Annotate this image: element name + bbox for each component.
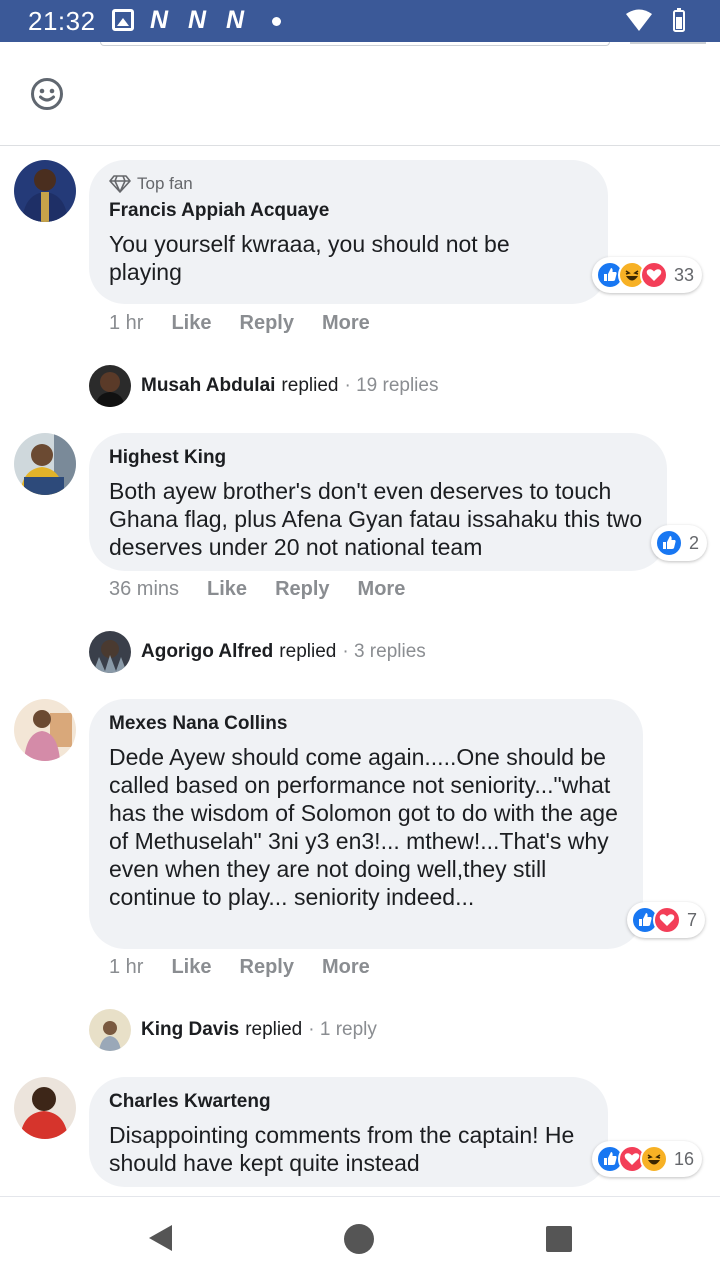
comment-actions: 1 hr Like Reply More: [109, 312, 398, 335]
reply-count: · 19 replies: [344, 375, 439, 396]
comment-time: 1 hr: [109, 312, 144, 334]
diamond-icon: [109, 175, 131, 193]
status-bar: 21:32 N N N: [0, 0, 720, 42]
n-notification-icon: N: [226, 6, 245, 34]
more-button[interactable]: More: [322, 956, 370, 979]
reactions-summary[interactable]: 33: [592, 257, 703, 293]
reply-author[interactable]: Agorigo Alfred: [141, 641, 273, 663]
reaction-count: 2: [689, 532, 700, 553]
comment-bubble[interactable]: Top fan Francis Appiah Acquaye You yours…: [89, 160, 608, 304]
smiley-icon[interactable]: [30, 77, 64, 111]
reaction-count: 33: [674, 264, 695, 285]
dot-icon: [272, 17, 281, 26]
comment-time: 1 hr: [109, 956, 144, 978]
comment-author[interactable]: Charles Kwarteng: [109, 1091, 588, 1113]
reply-avatar: [89, 365, 131, 407]
top-fan-label: Top fan: [137, 174, 193, 193]
n-notification-icon: N: [150, 6, 169, 34]
replied-label: replied: [281, 375, 339, 396]
reply-author[interactable]: Musah Abdulai: [141, 375, 275, 397]
back-triangle-icon[interactable]: [146, 1223, 174, 1258]
status-time: 21:32: [28, 6, 96, 36]
n-notification-icon: N: [188, 6, 207, 34]
comment-composer: [0, 42, 720, 146]
replies-link[interactable]: King Davis replied · 1 reply: [89, 1009, 377, 1051]
reply-button[interactable]: Reply: [275, 578, 329, 601]
reply-button[interactable]: Reply: [240, 312, 294, 335]
comment-time: 36 mins: [109, 578, 180, 600]
reaction-count: 16: [674, 1148, 695, 1169]
recents-square-icon[interactable]: [545, 1225, 573, 1258]
more-button[interactable]: More: [358, 578, 406, 601]
replies-link[interactable]: Agorigo Alfred replied · 3 replies: [89, 631, 426, 673]
reactions-summary[interactable]: 2: [651, 525, 708, 561]
more-button[interactable]: More: [322, 312, 370, 335]
comment-actions: 36 mins Like Reply More: [109, 578, 433, 601]
comment-author[interactable]: Mexes Nana Collins: [109, 713, 623, 735]
reactions-summary[interactable]: 16: [592, 1141, 703, 1177]
replied-label: replied: [245, 1019, 303, 1040]
reply-avatar: [89, 1009, 131, 1051]
comment-text: You yourself kwraaa, you should not be p…: [109, 231, 510, 285]
comment-author[interactable]: Highest King: [109, 447, 647, 469]
comment-bubble[interactable]: Highest King Both ayew brother's don't e…: [89, 433, 667, 571]
status-right: [622, 8, 692, 39]
avatar[interactable]: [14, 1077, 76, 1139]
like-button[interactable]: Like: [171, 312, 211, 335]
comment-actions: 1 hr Like Reply More: [109, 956, 398, 979]
love-reaction-icon: [640, 261, 668, 289]
haha-reaction-icon: [640, 1145, 668, 1173]
avatar[interactable]: [14, 160, 76, 222]
reply-author[interactable]: King Davis: [141, 1019, 239, 1041]
reactions-summary[interactable]: 7: [627, 902, 706, 938]
comment-author[interactable]: Francis Appiah Acquaye: [109, 200, 588, 222]
post-button-edge[interactable]: [630, 42, 706, 44]
avatar[interactable]: [14, 433, 76, 495]
navigation-bar: [0, 1196, 720, 1280]
like-button[interactable]: Like: [171, 956, 211, 979]
love-reaction-icon: [653, 906, 681, 934]
comment-text: Disappointing comments from the captain!…: [109, 1122, 575, 1176]
home-circle-icon[interactable]: [343, 1223, 375, 1260]
like-reaction-icon: [655, 529, 683, 557]
comment-text: Both ayew brother's don't even deserves …: [109, 478, 643, 560]
comment-bubble[interactable]: Mexes Nana Collins Dede Ayew should come…: [89, 699, 643, 949]
comment-bubble[interactable]: Charles Kwarteng Disappointing comments …: [89, 1077, 608, 1187]
image-icon: [112, 9, 134, 31]
reply-count: · 3 replies: [342, 641, 426, 662]
like-button[interactable]: Like: [207, 578, 247, 601]
wifi-icon: [626, 8, 685, 32]
reply-avatar: [89, 631, 131, 673]
reaction-count: 7: [687, 909, 698, 930]
replied-label: replied: [279, 641, 337, 662]
reply-button[interactable]: Reply: [240, 956, 294, 979]
comment-input-edge[interactable]: [100, 42, 610, 46]
comment-text: Dede Ayew should come again.....One shou…: [109, 744, 618, 910]
reply-count: · 1 reply: [308, 1019, 377, 1040]
top-fan-badge: Top fan: [109, 174, 588, 194]
avatar[interactable]: [14, 699, 76, 761]
replies-link[interactable]: Musah Abdulai replied · 19 replies: [89, 365, 438, 407]
